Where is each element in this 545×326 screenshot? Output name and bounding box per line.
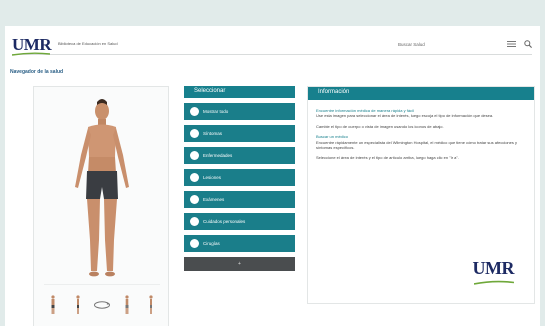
selector-item-diseases[interactable]: Enfermedades [184,147,295,164]
female-side-view-icon[interactable] [142,293,160,317]
radio-icon [190,195,199,204]
radio-icon [190,151,199,160]
selector-item-injuries[interactable]: Lesiones [184,169,295,186]
info-title: Información [308,87,534,100]
radio-icon [190,173,199,182]
umr-footer-logo: UMR [472,258,515,278]
selector-item-self-care[interactable]: Cuidados personales [184,213,295,230]
radio-icon [190,239,199,248]
selector-item-label: Síntomas [203,131,223,136]
menu-icon[interactable] [507,41,516,47]
logo-tagline: Biblioteca de Educación en Salud [58,41,118,46]
top-bar: UMR Biblioteca de Educación en Salud Bus… [12,33,532,56]
info-paragraph: Cambie el tipo de cuerpo o vista de imag… [316,123,444,129]
human-body-figure[interactable] [66,95,138,283]
radio-icon [190,107,199,116]
selector-item-label: Cuidados personales [203,219,246,224]
rotate-view-icon[interactable] [93,293,111,317]
selector-item-label: Cirugías [203,241,220,246]
selector-item-exams[interactable]: Exámenes [184,191,295,208]
info-paragraph: Seleccione el área de interés y el tipo … [316,155,459,161]
selector-item-symptoms[interactable]: Síntomas [184,125,295,142]
male-front-view-icon[interactable] [44,293,62,317]
info-panel: Información Encuentre información médica… [307,86,535,304]
female-front-view-icon[interactable] [118,293,136,317]
search-link[interactable]: Buscar Salud [398,42,425,47]
radio-icon [190,217,199,226]
male-side-view-icon[interactable] [69,293,87,317]
logo-swoosh-icon [12,52,50,56]
selector-item-surgeries[interactable]: Cirugías [184,235,295,252]
radio-icon [190,129,199,138]
selector-panel: Seleccionar Mostrar todo Síntomas Enferm… [184,86,295,326]
selector-item-label: Mostrar todo [203,109,229,114]
logo-swoosh-icon [474,280,514,285]
breadcrumb[interactable]: Navegador de la salud [10,69,63,75]
search-icon[interactable] [524,40,532,48]
selector-item-label: Lesiones [203,175,222,180]
info-paragraph: Encuentre rápidamente un especialista de… [316,139,517,151]
selector-item-show-all[interactable]: Mostrar todo [184,103,295,120]
more-button[interactable]: + [184,257,295,271]
selector-item-label: Enfermedades [203,153,233,158]
body-view-options [44,284,160,324]
selector-title: Seleccionar [184,86,295,98]
selector-item-label: Exámenes [203,197,225,202]
body-viewer [33,86,169,326]
info-paragraph: Use esta imagen para seleccionar el área… [316,113,494,119]
